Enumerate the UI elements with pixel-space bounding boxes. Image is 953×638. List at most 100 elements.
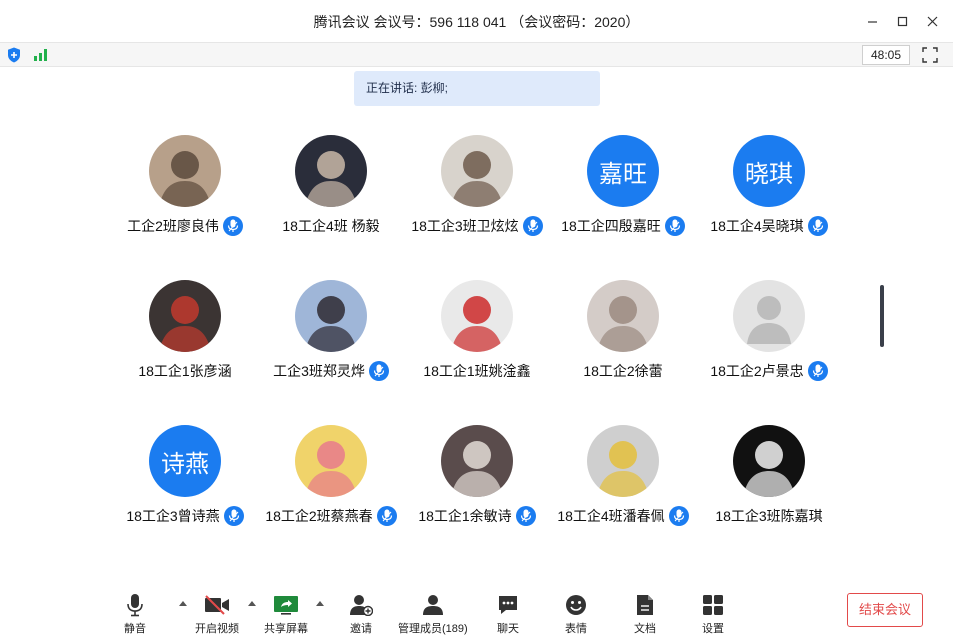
network-signal-icon[interactable] (33, 48, 49, 61)
mic-active-icon (807, 361, 828, 381)
participant-name-row: 18工企3班卫炫炫 (411, 215, 543, 237)
share-screen-button[interactable]: 共享屏幕 (264, 593, 308, 636)
maximize-icon (897, 16, 907, 26)
mic-active-icon (522, 216, 543, 236)
participant-tile[interactable]: 18工企2徐蕾 (550, 280, 696, 425)
invite-button[interactable]: 邀请 (349, 593, 373, 636)
share-options-caret[interactable] (316, 601, 324, 606)
manage-members-label: 管理成员(189) (398, 623, 468, 635)
participant-tile[interactable]: 嘉旺 18工企四殷嘉旺 (550, 135, 696, 280)
participant-name: 18工企2徐蕾 (583, 363, 663, 379)
participant-name-row: 18工企2班蔡燕春 (265, 505, 397, 527)
security-shield-icon[interactable] (7, 47, 21, 63)
video-options-caret[interactable] (248, 601, 256, 606)
invite-label: 邀请 (350, 623, 372, 635)
settings-button[interactable]: 设置 (702, 593, 724, 636)
participant-tile[interactable]: 晓琪 18工企4吴晓琪 (696, 135, 842, 280)
participant-name: 18工企4吴晓琪 (710, 218, 804, 234)
participant-tile[interactable]: 18工企3班卫炫炫 (404, 135, 550, 280)
avatar: 诗燕 (149, 425, 221, 497)
close-button[interactable] (917, 8, 947, 34)
photo-avatar-image (295, 280, 367, 352)
avatar (295, 135, 367, 207)
emoji-label: 表情 (565, 623, 587, 635)
microphone-icon (127, 594, 143, 617)
participant-grid: 工企2班廖良伟 18工企4班 杨毅 18工企3班卫炫炫 嘉旺 18工企四殷嘉旺 晓琪 18工… (112, 135, 842, 570)
emoji-icon (566, 595, 586, 615)
participant-tile[interactable]: 18工企4班 杨毅 (258, 135, 404, 280)
participant-tile[interactable]: 18工企4班潘春佩 (550, 425, 696, 570)
end-meeting-button[interactable]: 结束会议 (847, 593, 923, 627)
mic-active-icon (223, 506, 244, 526)
status-bar: 48:05 (0, 42, 953, 67)
participant-name-row: 18工企3曾诗燕 (126, 505, 244, 527)
avatar (149, 135, 221, 207)
participant-name: 工企2班廖良伟 (127, 218, 219, 234)
window-title: 腾讯会议 会议号：596 118 041 （会议密码：2020） (313, 14, 640, 30)
participant-name-row: 18工企2徐蕾 (583, 360, 662, 382)
participant-tile[interactable]: 工企2班廖良伟 (112, 135, 258, 280)
participant-tile[interactable]: 18工企1张彦涵 (112, 280, 258, 425)
participant-tile[interactable]: 诗燕 18工企3曾诗燕 (112, 425, 258, 570)
participant-name-row: 18工企3班陈嘉琪 (715, 505, 822, 527)
documents-button[interactable]: 文档 (634, 593, 656, 636)
grid-scrollbar[interactable] (880, 285, 884, 347)
settings-grid-icon (703, 595, 723, 615)
participant-name: 18工企1班姚淦鑫 (423, 363, 531, 379)
meeting-toolbar: 静音 开启视频 共享屏幕 邀请 管理成员(189) 聊天 表情 文档 设置 (0, 585, 953, 638)
meeting-timer: 48:05 (862, 45, 910, 65)
photo-avatar-image (587, 280, 659, 352)
participant-name-row: 工企3班郑灵烨 (273, 360, 389, 382)
participant-tile[interactable]: 18工企1余敏诗 (404, 425, 550, 570)
photo-avatar-image (587, 425, 659, 497)
audio-options-caret[interactable] (179, 601, 187, 606)
participant-name: 18工企4班潘春佩 (557, 508, 665, 524)
fullscreen-icon[interactable] (922, 47, 938, 63)
participant-name: 工企3班郑灵烨 (273, 363, 365, 379)
participant-tile[interactable]: 18工企3班陈嘉琪 (696, 425, 842, 570)
speaking-indicator: 正在讲话: 彭柳; (354, 71, 600, 106)
participant-name: 18工企1张彦涵 (138, 363, 232, 379)
share-screen-icon (274, 596, 298, 615)
minimize-button[interactable] (857, 8, 887, 34)
participant-tile[interactable]: 18工企2卢景忠 (696, 280, 842, 425)
mic-active-icon (668, 506, 689, 526)
avatar (733, 425, 805, 497)
document-icon (637, 595, 653, 615)
participant-name-row: 18工企1班姚淦鑫 (423, 360, 530, 382)
chat-icon (499, 596, 517, 614)
photo-avatar-image (295, 135, 367, 207)
mute-button[interactable]: 静音 (124, 593, 146, 636)
mic-active-icon (368, 361, 389, 381)
mic-active-icon (664, 216, 685, 236)
avatar: 嘉旺 (587, 135, 659, 207)
avatar (295, 280, 367, 352)
start-video-label: 开启视频 (195, 623, 239, 635)
start-video-button[interactable]: 开启视频 (195, 593, 239, 636)
participant-name-row: 18工企四殷嘉旺 (561, 215, 685, 237)
avatar (149, 280, 221, 352)
share-screen-label: 共享屏幕 (264, 623, 308, 635)
maximize-button[interactable] (887, 8, 917, 34)
participant-name-row: 18工企1张彦涵 (138, 360, 231, 382)
photo-avatar-image (149, 280, 221, 352)
manage-members-button[interactable]: 管理成员(189) (398, 593, 468, 636)
documents-label: 文档 (634, 623, 656, 635)
participant-tile[interactable]: 18工企2班蔡燕春 (258, 425, 404, 570)
emoji-button[interactable]: 表情 (565, 593, 587, 636)
default-avatar-icon (733, 280, 805, 352)
chat-button[interactable]: 聊天 (497, 593, 519, 636)
photo-avatar-image (441, 425, 513, 497)
participant-name: 18工企4班 杨毅 (282, 218, 380, 234)
participant-name: 18工企四殷嘉旺 (561, 218, 661, 234)
minimize-icon (867, 20, 877, 23)
participant-name: 18工企1余敏诗 (418, 508, 512, 524)
avatar-initials: 嘉旺 (599, 160, 647, 188)
avatar (587, 280, 659, 352)
avatar (441, 135, 513, 207)
settings-label: 设置 (702, 623, 724, 635)
avatar-initials: 诗燕 (161, 450, 209, 478)
participant-tile[interactable]: 工企3班郑灵烨 (258, 280, 404, 425)
participant-tile[interactable]: 18工企1班姚淦鑫 (404, 280, 550, 425)
camera-off-icon (205, 595, 229, 615)
